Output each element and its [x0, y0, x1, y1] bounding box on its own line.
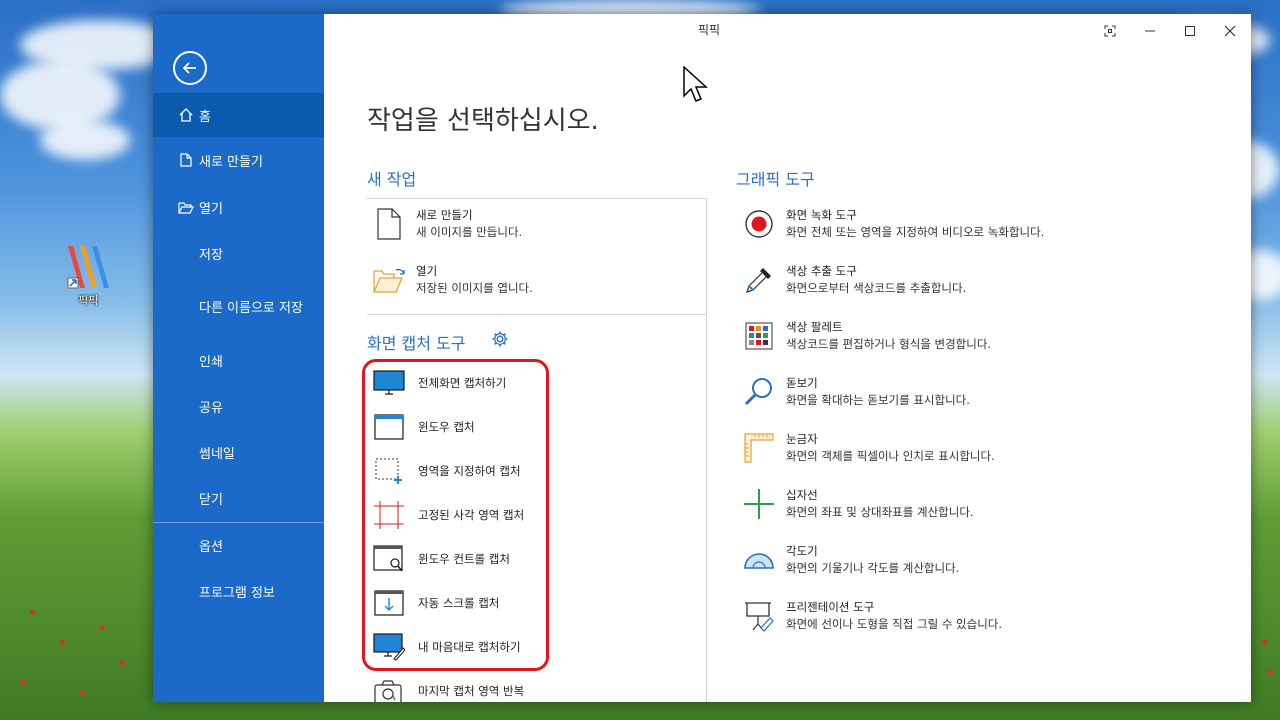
- sidebar-item-new[interactable]: 새로 만들기: [153, 138, 324, 182]
- screenshot-icon: [1104, 25, 1116, 37]
- sidebar-item-print[interactable]: 인쇄: [153, 338, 324, 382]
- picpick-logo-icon: [67, 246, 109, 289]
- protractor-icon: [742, 543, 776, 577]
- divider: [367, 198, 706, 199]
- capture-window-button[interactable]: [1098, 20, 1122, 42]
- palette-grid-icon: [742, 319, 776, 353]
- column-divider: [706, 198, 707, 702]
- camera-repeat-icon: [372, 676, 406, 702]
- minimize-icon: [1145, 30, 1155, 32]
- crosshair-icon: [742, 487, 776, 521]
- sidebar-item-close[interactable]: 닫기: [153, 476, 324, 520]
- open-folder-icon: [372, 263, 406, 297]
- sidebar-item-save-as[interactable]: 다른 이름으로 저장: [153, 284, 324, 328]
- close-icon: [1224, 25, 1236, 37]
- graphic-tools-header: 그래픽 도구: [736, 170, 815, 189]
- presentation-tool-item[interactable]: 프리젠테이션 도구 화면에 선이나 도형을 직접 그릴 수 있습니다.: [742, 599, 1002, 633]
- window-title: 픽픽: [697, 23, 721, 37]
- folder-open-icon: [178, 199, 194, 215]
- new-task-header: 새 작업: [367, 170, 417, 189]
- crosshair-item[interactable]: 십자선 화면의 좌표 및 상대좌표를 계산합니다.: [742, 487, 974, 521]
- sidebar-item-thumbnail[interactable]: 썸네일: [153, 430, 324, 474]
- sidebar-item-home[interactable]: 홈: [153, 93, 324, 137]
- arrow-left-icon: [182, 62, 196, 74]
- home-icon: [178, 107, 194, 123]
- back-button[interactable]: [173, 51, 207, 85]
- minimize-button[interactable]: [1138, 20, 1162, 42]
- sidebar-item-open[interactable]: 열기: [153, 185, 324, 229]
- new-image-item[interactable]: 새로 만들기 새 이미지를 만듭니다.: [372, 207, 522, 241]
- capture-tools-header: 화면 캡처 도구: [367, 334, 466, 353]
- ruler-icon: [742, 431, 776, 465]
- desktop-icon-label: 픽픽: [78, 294, 99, 307]
- magnifier-icon: [742, 375, 776, 409]
- ruler-item[interactable]: 눈금자 화면의 객체를 픽셀이나 인치로 표시합니다.: [742, 431, 995, 465]
- open-image-item[interactable]: 열기 저장된 이미지를 엽니다.: [372, 263, 533, 297]
- protractor-item[interactable]: 각도기 화면의 기울기나 각도를 계산합니다.: [742, 543, 959, 577]
- sidebar-item-about[interactable]: 프로그램 정보: [153, 569, 324, 613]
- eyedropper-icon: [742, 263, 776, 297]
- gear-icon: [492, 331, 508, 347]
- close-window-button[interactable]: [1218, 20, 1242, 42]
- capture-repeat-last[interactable]: 마지막 캡처 영역 반복: [372, 674, 524, 702]
- screen-recorder-item[interactable]: 화면 녹화 도구 화면 전체 또는 영역을 지정하여 비디오로 녹화합니다.: [742, 207, 1044, 241]
- new-file-icon: [178, 152, 194, 168]
- highlight-outline: [362, 359, 549, 671]
- sidebar-item-options[interactable]: 옵션: [153, 523, 324, 567]
- maximize-button[interactable]: [1178, 20, 1202, 42]
- color-palette-item[interactable]: 색상 팔레트 색상코드를 편집하거나 형식을 변경합니다.: [742, 319, 991, 353]
- divider: [367, 314, 706, 315]
- color-picker-item[interactable]: 색상 추출 도구 화면으로부터 색상코드를 추출합니다.: [742, 263, 966, 297]
- magnifier-item[interactable]: 돋보기 화면을 확대하는 돋보기를 표시합니다.: [742, 375, 970, 409]
- capture-settings-button[interactable]: [491, 330, 509, 348]
- whiteboard-pen-icon: [742, 599, 776, 633]
- sidebar: 홈 새로 만들기 열기 저장 다른 이름으로 저장 인쇄 공유 썸네일 닫기 옵…: [153, 14, 324, 702]
- new-document-icon: [372, 207, 406, 241]
- mouse-cursor-icon: [683, 65, 709, 108]
- record-icon: [742, 207, 776, 241]
- sidebar-item-save[interactable]: 저장: [153, 231, 324, 275]
- app-window: 홈 새로 만들기 열기 저장 다른 이름으로 저장 인쇄 공유 썸네일 닫기 옵…: [153, 14, 1251, 702]
- sidebar-item-share[interactable]: 공유: [153, 384, 324, 428]
- maximize-icon: [1185, 26, 1195, 36]
- page-title: 작업을 선택하십시오.: [367, 106, 599, 136]
